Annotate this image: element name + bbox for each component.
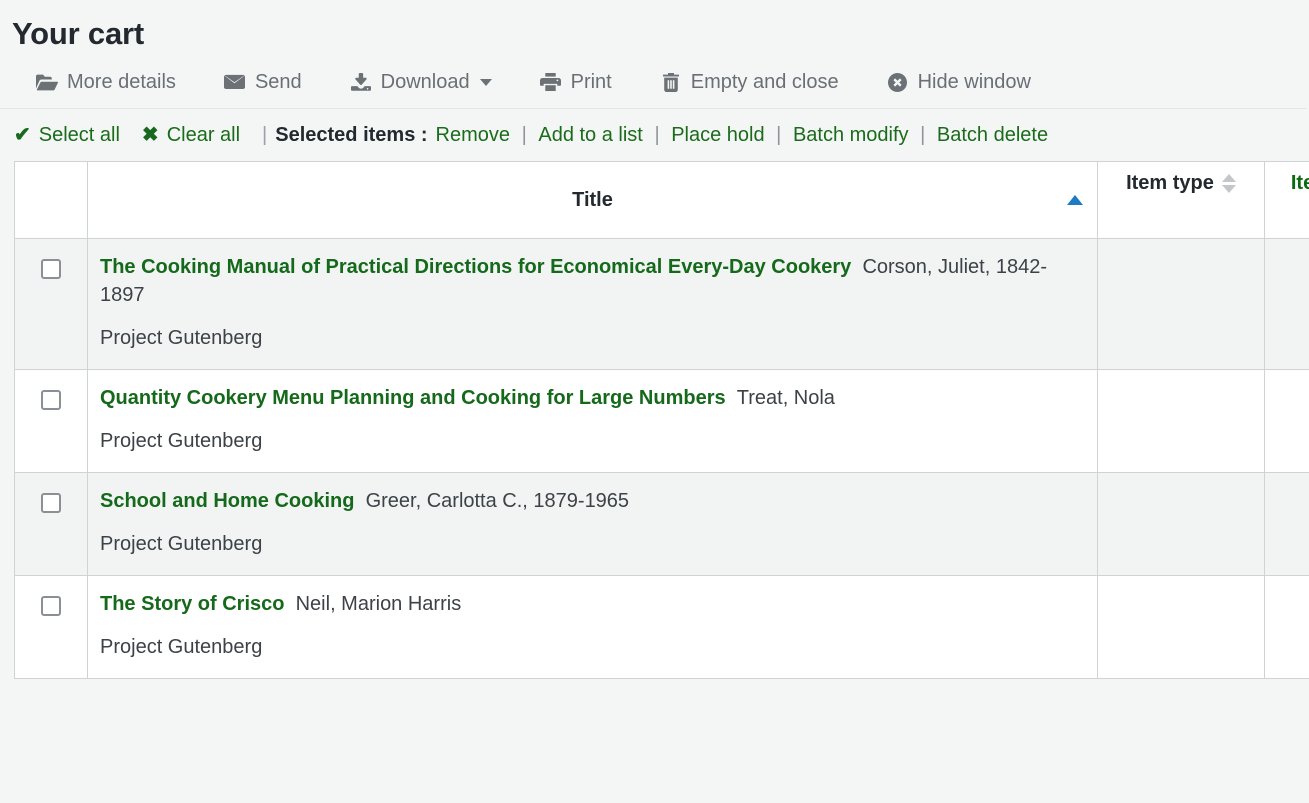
biblio-source: Project Gutenberg <box>100 428 1085 454</box>
printer-icon <box>540 72 562 92</box>
selected-items-actions: Remove | Add to a list | Place hold | Ba… <box>434 123 1051 147</box>
add-to-a-list-action[interactable]: Add to a list <box>538 124 643 146</box>
biblio-author: Neil, Marion Harris <box>290 593 461 615</box>
biblio-source: Project Gutenberg <box>100 634 1085 660</box>
row-select-checkbox[interactable] <box>41 259 61 279</box>
row-items-cell <box>1265 576 1309 679</box>
row-title-cell: Quantity Cookery Menu Planning and Cooki… <box>88 370 1098 473</box>
batch-delete-action[interactable]: Batch delete <box>937 124 1048 146</box>
check-icon: ✔ <box>14 123 31 147</box>
row-title-cell: The Story of Crisco Neil, Marion Harris … <box>88 576 1098 679</box>
download-icon <box>350 72 372 92</box>
hide-window-button[interactable]: Hide window <box>887 70 1031 94</box>
row-title-cell: School and Home Cooking Greer, Carlotta … <box>88 473 1098 576</box>
selected-items-label: Selected items : <box>275 123 427 147</box>
column-header-checkbox <box>15 162 88 239</box>
batch-modify-action[interactable]: Batch modify <box>793 124 909 146</box>
close-circle-icon <box>887 72 909 92</box>
row-select-checkbox[interactable] <box>41 493 61 513</box>
folder-open-icon <box>36 72 58 92</box>
download-label: Download <box>381 70 470 94</box>
biblio-title-link[interactable]: The Story of Crisco <box>100 593 284 615</box>
table-row: Quantity Cookery Menu Planning and Cooki… <box>15 370 1309 473</box>
empty-and-close-button[interactable]: Empty and close <box>660 70 839 94</box>
chevron-down-icon <box>480 79 492 86</box>
sort-toggle-icon[interactable] <box>1222 174 1236 193</box>
cart-page: Your cart More details Send <box>0 0 1309 803</box>
table-head: Title Item type <box>15 162 1309 239</box>
row-checkbox-cell <box>15 239 88 370</box>
row-select-checkbox[interactable] <box>41 596 61 616</box>
send-button[interactable]: Send <box>224 70 302 94</box>
cross-icon: ✖ <box>142 123 159 147</box>
row-checkbox-cell <box>15 473 88 576</box>
row-checkbox-cell <box>15 576 88 679</box>
page-title: Your cart <box>0 0 1309 54</box>
row-item-type-cell <box>1098 239 1265 370</box>
row-item-type-cell <box>1098 576 1265 679</box>
trash-icon <box>660 72 682 92</box>
cart-table-wrap: Title Item type <box>0 161 1309 679</box>
column-header-item-type-label: Item type <box>1126 172 1214 195</box>
selection-toolbar: ✔ Select all ✖ Clear all | Selected item… <box>0 109 1309 161</box>
row-items-cell <box>1265 473 1309 576</box>
action-pipe: | <box>776 124 781 146</box>
action-pipe: | <box>654 124 659 146</box>
biblio-source: Project Gutenberg <box>100 531 1085 557</box>
biblio-title-link[interactable]: Quantity Cookery Menu Planning and Cooki… <box>100 387 726 409</box>
table-row: The Cooking Manual of Practical Directio… <box>15 239 1309 370</box>
column-header-item-type[interactable]: Item type <box>1098 162 1265 239</box>
row-item-type-cell <box>1098 473 1265 576</box>
table-body: The Cooking Manual of Practical Directio… <box>15 239 1309 679</box>
place-hold-action[interactable]: Place hold <box>671 124 764 146</box>
send-label: Send <box>255 70 302 94</box>
row-items-cell <box>1265 239 1309 370</box>
column-header-title[interactable]: Title <box>88 162 1098 239</box>
table-row: The Story of Crisco Neil, Marion Harris … <box>15 576 1309 679</box>
cart-toolbar: More details Send Download <box>0 54 1307 109</box>
row-items-cell <box>1265 370 1309 473</box>
column-header-title-label: Title <box>572 189 613 212</box>
action-pipe: | <box>522 124 527 146</box>
column-header-items-label: Items <box>1291 172 1309 195</box>
biblio-author: Greer, Carlotta C., 1879-1965 <box>360 490 629 512</box>
clear-all-button[interactable]: ✖ Clear all <box>142 123 240 147</box>
download-button[interactable]: Download <box>350 70 492 94</box>
row-select-checkbox[interactable] <box>41 390 61 410</box>
biblio-source: Project Gutenberg <box>100 325 1085 351</box>
selectbar-divider: | <box>262 123 267 147</box>
action-pipe: | <box>920 124 925 146</box>
more-details-label: More details <box>67 70 176 94</box>
table-header-row: Title Item type <box>15 162 1309 239</box>
more-details-button[interactable]: More details <box>36 70 176 94</box>
biblio-title-link[interactable]: School and Home Cooking <box>100 490 354 512</box>
select-all-label: Select all <box>39 123 120 147</box>
print-label: Print <box>571 70 612 94</box>
biblio-title-link[interactable]: The Cooking Manual of Practical Directio… <box>100 256 851 278</box>
sort-ascending-icon[interactable] <box>1067 195 1083 205</box>
remove-action[interactable]: Remove <box>436 124 510 146</box>
row-title-cell: The Cooking Manual of Practical Directio… <box>88 239 1098 370</box>
column-header-items[interactable]: Items <box>1265 162 1309 239</box>
clear-all-label: Clear all <box>167 123 240 147</box>
print-button[interactable]: Print <box>540 70 612 94</box>
row-checkbox-cell <box>15 370 88 473</box>
envelope-icon <box>224 72 246 92</box>
table-row: School and Home Cooking Greer, Carlotta … <box>15 473 1309 576</box>
select-all-button[interactable]: ✔ Select all <box>14 123 120 147</box>
hide-window-label: Hide window <box>918 70 1031 94</box>
row-item-type-cell <box>1098 370 1265 473</box>
empty-and-close-label: Empty and close <box>691 70 839 94</box>
biblio-author: Treat, Nola <box>731 387 835 409</box>
cart-table: Title Item type <box>14 161 1309 679</box>
